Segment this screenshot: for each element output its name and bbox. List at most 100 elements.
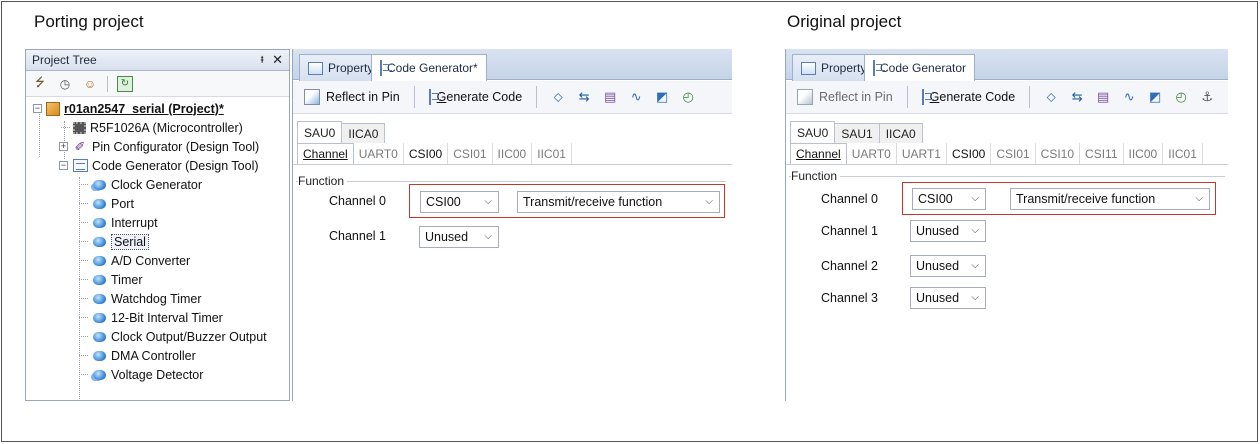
reflect-in-pin-button[interactable]: Reflect in Pin bbox=[792, 85, 898, 109]
channel-0-label: Channel 0 bbox=[329, 194, 386, 208]
tree-item-label: Clock Output/Buzzer Output bbox=[111, 329, 267, 344]
chart-icon[interactable]: ◩ bbox=[654, 89, 670, 105]
collapse-toggle[interactable]: − bbox=[33, 104, 42, 113]
tree-item-clock-output[interactable]: Clock Output/Buzzer Output bbox=[26, 327, 289, 346]
tab-channel[interactable]: Channel bbox=[790, 143, 847, 164]
code-generator-panel-original: Property Code Generator Reflect in Pin G… bbox=[785, 49, 1228, 401]
user-icon[interactable]: ☺ bbox=[82, 76, 98, 92]
tab-iica0[interactable]: IICA0 bbox=[341, 123, 386, 143]
tab-sau1[interactable]: SAU1 bbox=[834, 123, 880, 143]
gear-icon bbox=[91, 196, 107, 212]
code-gen-icon bbox=[380, 60, 382, 76]
tree-item-watchdog-timer[interactable]: Watchdog Timer bbox=[26, 289, 289, 308]
tab-uart0[interactable]: UART0 bbox=[354, 143, 404, 164]
tab-sau0[interactable]: SAU0 bbox=[297, 121, 343, 143]
tab-csi10[interactable]: CSI10 bbox=[1036, 143, 1081, 164]
channel-0-label: Channel 0 bbox=[821, 192, 878, 206]
tab-code-generator[interactable]: Code Generator* bbox=[371, 54, 487, 81]
tree-item-label: Code Generator (Design Tool) bbox=[92, 158, 259, 173]
tree-item-ad-converter[interactable]: A/D Converter bbox=[26, 251, 289, 270]
tab-csi00[interactable]: CSI00 bbox=[947, 143, 992, 164]
gear-icon bbox=[91, 234, 107, 250]
hierarchy-icon[interactable]: ⬦ bbox=[550, 89, 566, 105]
document-tabstrip: Property Code Generator bbox=[786, 49, 1228, 81]
channel-1-select[interactable]: Unused ⌵ bbox=[419, 226, 499, 248]
chevron-down-icon: ⌵ bbox=[971, 292, 979, 303]
tree-item-code-generator[interactable]: − Code Generator (Design Tool) bbox=[26, 156, 289, 175]
channel-2-label: Channel 2 bbox=[821, 259, 878, 273]
tree-item-serial[interactable]: Serial bbox=[26, 232, 289, 251]
refresh-icon[interactable]: ↻ bbox=[117, 75, 133, 92]
tree-item-dma-controller[interactable]: DMA Controller bbox=[26, 346, 289, 365]
tree-item-clock-generator[interactable]: Clock Generator bbox=[26, 175, 289, 194]
tab-iica0[interactable]: IICA0 bbox=[878, 123, 923, 143]
gear-icon bbox=[91, 329, 107, 345]
sort-icon[interactable]: ⭍ bbox=[32, 75, 48, 92]
signal-icon[interactable]: ∿ bbox=[628, 89, 644, 105]
transfer-icon[interactable]: ⇆ bbox=[576, 89, 592, 105]
channel-tabs: Channel UART0 CSI00 CSI01 IIC00 IIC01 bbox=[293, 143, 732, 165]
tree-view: − r01an2547_serial (Project)* R5F1026A (… bbox=[26, 97, 289, 400]
history-icon[interactable]: ◷ bbox=[57, 76, 73, 92]
tab-iic01[interactable]: IIC01 bbox=[532, 143, 572, 164]
chevron-down-icon: ⌵ bbox=[971, 260, 979, 271]
hierarchy-icon[interactable]: ⬦ bbox=[1043, 89, 1059, 105]
close-icon[interactable]: ✕ bbox=[272, 52, 283, 68]
signal-icon[interactable]: ∿ bbox=[1121, 89, 1137, 105]
link-icon[interactable]: ⚓ bbox=[1199, 89, 1215, 105]
transfer-icon[interactable]: ⇆ bbox=[1069, 89, 1085, 105]
channel-2-select[interactable]: Unused ⌵ bbox=[910, 255, 986, 277]
tab-code-generator[interactable]: Code Generator bbox=[864, 54, 976, 81]
tree-item-interval-timer[interactable]: 12-Bit Interval Timer bbox=[26, 308, 289, 327]
tab-property[interactable]: Property bbox=[299, 54, 383, 81]
tree-item-port[interactable]: Port bbox=[26, 194, 289, 213]
gear-icon bbox=[91, 291, 107, 307]
tab-csi01[interactable]: CSI01 bbox=[991, 143, 1036, 164]
chevron-down-icon: ⌵ bbox=[971, 225, 979, 236]
tab-iic01[interactable]: IIC01 bbox=[1163, 143, 1203, 164]
collapse-toggle[interactable]: − bbox=[59, 161, 68, 170]
code-gen-toolbar: Reflect in Pin Generate Code ⬦ ⇆ ▤ ∿ ◩ ◴… bbox=[786, 81, 1228, 114]
tab-csi00[interactable]: CSI00 bbox=[404, 143, 449, 164]
reflect-in-pin-button[interactable]: Reflect in Pin bbox=[299, 85, 405, 109]
code-gen-icon bbox=[72, 158, 88, 174]
channel-1-label: Channel 1 bbox=[821, 224, 878, 238]
expand-toggle[interactable]: + bbox=[59, 142, 68, 151]
code-generator-panel-porting: Property Code Generator* Reflect in Pin … bbox=[292, 49, 732, 401]
tab-sau0[interactable]: SAU0 bbox=[790, 121, 836, 143]
tree-item-project[interactable]: − r01an2547_serial (Project)* bbox=[26, 99, 289, 118]
tab-iic00[interactable]: IIC00 bbox=[1124, 143, 1164, 164]
property-icon bbox=[801, 61, 816, 75]
tab-uart0[interactable]: UART0 bbox=[847, 143, 897, 164]
reflect-in-pin-label: Reflect in Pin bbox=[819, 90, 893, 104]
tab-uart1[interactable]: UART1 bbox=[897, 143, 947, 164]
tree-item-label: r01an2547_serial (Project)* bbox=[64, 101, 224, 116]
tree-item-timer[interactable]: Timer bbox=[26, 270, 289, 289]
tree-item-voltage-detector[interactable]: Voltage Detector bbox=[26, 365, 289, 384]
tab-channel[interactable]: Channel bbox=[297, 143, 354, 164]
chip-config-icon[interactable]: ▤ bbox=[602, 89, 618, 105]
pin-icon[interactable]: ⭻ bbox=[260, 51, 264, 70]
clock-icon[interactable]: ◴ bbox=[1173, 89, 1189, 105]
tab-property-label: Property bbox=[821, 61, 867, 75]
tree-item-interrupt[interactable]: Interrupt bbox=[26, 213, 289, 232]
reflect-icon bbox=[304, 89, 320, 105]
chip-config-icon[interactable]: ▤ bbox=[1095, 89, 1111, 105]
tree-item-microcontroller[interactable]: R5F1026A (Microcontroller) bbox=[26, 118, 289, 137]
tab-property[interactable]: Property bbox=[792, 54, 876, 81]
clock-icon[interactable]: ◴ bbox=[680, 89, 696, 105]
project-icon bbox=[46, 101, 60, 116]
chart-icon[interactable]: ◩ bbox=[1147, 89, 1163, 105]
generate-code-button[interactable]: Generate Code bbox=[917, 85, 1021, 109]
tab-code-generator-label: Code Generator bbox=[880, 61, 967, 75]
generate-code-button[interactable]: Generate Code bbox=[424, 85, 528, 109]
function-legend: Function bbox=[298, 174, 348, 188]
tab-csi01[interactable]: CSI01 bbox=[448, 143, 493, 164]
channel-1-select[interactable]: Unused ⌵ bbox=[910, 220, 986, 242]
tree-item-label: Serial bbox=[111, 233, 149, 250]
channel-3-select[interactable]: Unused ⌵ bbox=[910, 287, 986, 309]
tab-csi11[interactable]: CSI11 bbox=[1080, 143, 1124, 164]
tab-iic00[interactable]: IIC00 bbox=[493, 143, 533, 164]
tree-item-pin-configurator[interactable]: + ✐ Pin Configurator (Design Tool) bbox=[26, 137, 289, 156]
highlight-box bbox=[902, 182, 1216, 215]
